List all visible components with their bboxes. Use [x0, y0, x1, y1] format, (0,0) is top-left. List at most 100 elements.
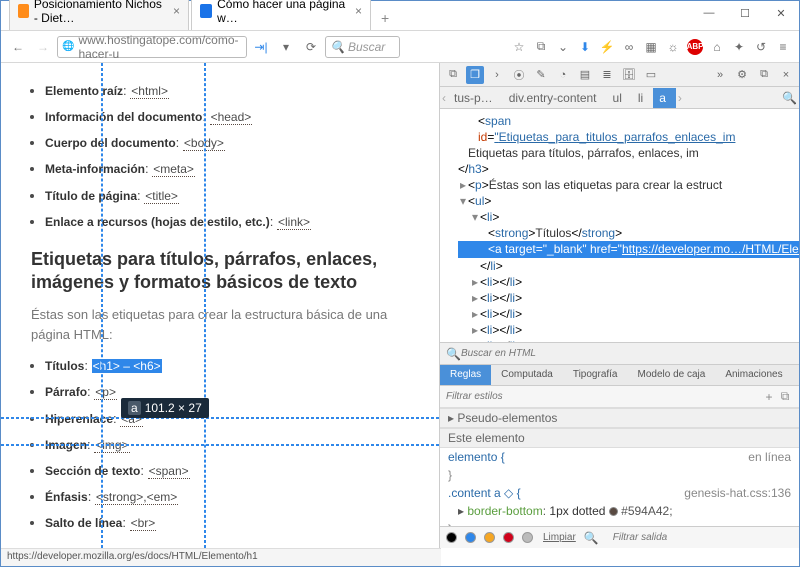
perf-tab[interactable]: ◔ [554, 66, 572, 84]
window-controls: — ☐ ✕ [691, 1, 799, 25]
list-item: Salto de línea: <br> [45, 513, 427, 533]
code-tag[interactable]: <strong>,<em> [95, 490, 178, 505]
debugger-tab[interactable]: ⦿ [510, 66, 528, 84]
list-item: Sección de texto: <span> [45, 461, 427, 481]
maximize-button[interactable]: ☐ [727, 1, 763, 25]
search-icon: 🔍 [330, 40, 345, 54]
storage-tab[interactable]: 🗄 [620, 66, 638, 84]
history-icon[interactable]: ↺ [751, 36, 771, 58]
code-tag[interactable]: <link> [277, 215, 311, 230]
tab-label: Cómo hacer una página w… [217, 0, 349, 25]
network-tab[interactable]: ≣ [598, 66, 616, 84]
code-tag[interactable]: <img> [94, 438, 129, 453]
pocket-icon[interactable]: ⌄ [553, 36, 573, 58]
inbox-icon[interactable]: ⧉ [531, 36, 551, 58]
forward-button[interactable]: → [32, 36, 54, 58]
puzzle-icon[interactable]: ✦ [729, 36, 749, 58]
titlebar: Posicionamiento Nichos - Diet… × Cómo ha… [1, 1, 799, 31]
css-rules[interactable]: ▸ Pseudo-elementos Este elemento element… [440, 408, 799, 526]
bolt-icon[interactable]: ⚡ [597, 36, 617, 58]
inspector-tooltip: a101.2 × 27 [121, 398, 209, 418]
tab-close-icon[interactable]: × [173, 4, 180, 18]
dom-tree[interactable]: <span id="Etiquetas_para_titulos_parrafo… [440, 109, 799, 342]
style-tab[interactable]: ✎ [532, 66, 550, 84]
devtools-toolbar: ⧉ ❐ › ⦿ ✎ ◔ ▤ ≣ 🗄 ▭ » ⚙ ⧉ × [440, 63, 799, 87]
tab-active[interactable]: Cómo hacer una página w… × [191, 0, 371, 30]
code-tag[interactable]: <title> [144, 189, 179, 204]
code-tag[interactable]: <br> [130, 516, 157, 531]
code-tag[interactable]: <body> [183, 136, 225, 151]
inspector-tab[interactable]: ❐ [466, 66, 484, 84]
list-item: Información del documento: <head> [45, 107, 427, 127]
crumb-selected[interactable]: a [653, 88, 676, 108]
home-button[interactable]: ⌂ [707, 36, 727, 58]
list-item: Cuerpo del documento: <body> [45, 133, 427, 153]
tab-computed[interactable]: Computada [491, 365, 563, 385]
abp-icon[interactable]: ABP [685, 36, 705, 58]
tab-anim[interactable]: Animaciones [715, 365, 792, 385]
tab-boxmodel[interactable]: Modelo de caja [628, 365, 716, 385]
list-item: Hiperenlace: <a> [45, 409, 427, 429]
crumb[interactable]: li [632, 88, 653, 108]
dock-icon[interactable]: ⧉ [444, 66, 462, 84]
code-tag[interactable]: <h1> – <h6> [92, 359, 162, 373]
menu-button[interactable]: ≡ [773, 36, 793, 58]
settings-icon[interactable]: ⚙ [733, 66, 751, 84]
output-filter[interactable] [613, 532, 793, 543]
code-tag[interactable]: <meta> [152, 162, 195, 177]
crumb-next[interactable]: › [676, 91, 684, 105]
add-rule-icon[interactable]: + [761, 390, 777, 404]
star-icon[interactable]: ☆ [509, 36, 529, 58]
tab-inactive[interactable]: Posicionamiento Nichos - Diet… × [9, 0, 189, 30]
favicon-icon [200, 4, 212, 18]
console-tab[interactable]: › [488, 66, 506, 84]
minimize-button[interactable]: — [691, 1, 727, 25]
code-tag[interactable]: <html> [130, 84, 169, 99]
close-button[interactable]: ✕ [763, 1, 799, 25]
code-tag[interactable]: <head> [210, 110, 253, 125]
crumb[interactable]: tus-p… [448, 88, 503, 108]
dom-search[interactable]: 🔍 [440, 342, 799, 364]
globe-icon: 🌐 [62, 41, 74, 52]
navbar: ← → 🌐 www.hostingatope.com/como-hacer-u … [1, 31, 799, 63]
new-tab-button[interactable]: + [373, 6, 397, 30]
popout-icon[interactable]: ⧉ [755, 66, 773, 84]
url-input[interactable]: 🌐 www.hostingatope.com/como-hacer-u [57, 36, 247, 58]
sun-icon[interactable]: ☼ [663, 36, 683, 58]
status-bar: https://developer.mozilla.org/es/docs/HT… [1, 548, 441, 566]
dom-search-input[interactable] [461, 348, 793, 359]
dropdown-icon[interactable]: ▾ [275, 36, 297, 58]
memory-tab[interactable]: ▤ [576, 66, 594, 84]
breadcrumb: ‹ tus-p… div.entry-content ul li a › 🔍 [440, 87, 799, 109]
console-footer: Limpiar 🔍 [440, 526, 799, 548]
reader-icon[interactable]: ⇥| [250, 36, 272, 58]
color-black[interactable] [446, 532, 457, 543]
tab-close-icon[interactable]: × [355, 4, 362, 18]
tooltip-dims: 101.2 × 27 [145, 401, 202, 415]
color-orange[interactable] [484, 532, 495, 543]
crumb[interactable]: div.entry-content [503, 88, 607, 108]
style-filter-input[interactable] [446, 391, 761, 402]
toggle-icon[interactable]: ⧉ [777, 389, 793, 404]
color-gray[interactable] [522, 532, 533, 543]
more-icon[interactable]: » [711, 66, 729, 84]
color-blue[interactable] [465, 532, 476, 543]
crumb-prev[interactable]: ‹ [440, 91, 448, 105]
style-filter: + ⧉ [440, 386, 799, 408]
devtools-close-icon[interactable]: × [777, 66, 795, 84]
code-tag[interactable]: <p> [94, 385, 117, 400]
download-icon[interactable]: ⬇ [575, 36, 595, 58]
tab-rules[interactable]: Reglas [440, 365, 491, 385]
responsive-icon[interactable]: ▭ [642, 66, 660, 84]
tab-fonts[interactable]: Tipografía [563, 365, 628, 385]
search-input[interactable]: 🔍 Buscar [325, 36, 400, 58]
clear-button[interactable]: Limpiar [543, 532, 576, 543]
crumb[interactable]: ul [607, 88, 632, 108]
color-red[interactable] [503, 532, 514, 543]
mask-icon[interactable]: ∞ [619, 36, 639, 58]
back-button[interactable]: ← [7, 36, 29, 58]
crumb-search-icon[interactable]: 🔍 [780, 91, 799, 105]
reload-button[interactable]: ⟳ [300, 36, 322, 58]
code-tag[interactable]: <span> [148, 464, 190, 479]
grid-icon[interactable]: ▦ [641, 36, 661, 58]
